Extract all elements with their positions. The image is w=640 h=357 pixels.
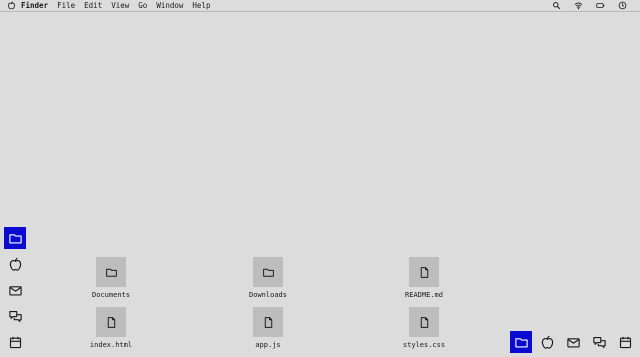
battery-icon[interactable]	[596, 1, 605, 10]
calendar-icon	[9, 336, 21, 348]
side-dock-calendar[interactable]	[4, 331, 26, 353]
chat-icon	[8, 310, 22, 322]
file-label: README.md	[405, 291, 443, 299]
document-icon	[420, 316, 428, 328]
bottom-dock-mail[interactable]	[562, 331, 584, 353]
file-label: styles.css	[402, 341, 446, 349]
desktop-item-app-js[interactable]: app.js	[228, 307, 308, 350]
menu-window[interactable]: Window	[156, 0, 183, 11]
clock-icon[interactable]	[618, 1, 627, 10]
file-label: index.html	[89, 341, 133, 349]
side-dock-finder[interactable]	[4, 227, 26, 249]
menu-go[interactable]: Go	[138, 0, 147, 11]
menu-view[interactable]: View	[111, 0, 129, 11]
search-icon[interactable]	[552, 1, 561, 10]
desktop-item-downloads[interactable]: Downloads	[228, 257, 308, 300]
bottom-dock-finder[interactable]	[510, 331, 532, 353]
folder-tile	[96, 257, 126, 287]
side-dock-apple[interactable]	[4, 253, 26, 275]
apple-icon[interactable]	[7, 1, 16, 10]
desktop-item-styles-css[interactable]: styles.css	[384, 307, 464, 350]
menu-list: Finder File Edit View Go Window Help	[21, 0, 219, 11]
document-icon	[420, 266, 428, 278]
file-label: Downloads	[249, 291, 287, 299]
folder-icon	[514, 337, 528, 347]
apple-icon	[541, 335, 553, 349]
side-dock-chat[interactable]	[4, 305, 26, 327]
folder-icon	[8, 233, 22, 243]
document-icon	[264, 316, 272, 328]
desktop-item-index-html[interactable]: index.html	[71, 307, 151, 350]
folder-icon	[105, 268, 117, 277]
bottom-dock-chat[interactable]	[588, 331, 610, 353]
mail-icon	[566, 337, 580, 347]
document-icon	[107, 316, 115, 328]
file-tile	[409, 307, 439, 337]
folder-tile	[253, 257, 283, 287]
file-label: app.js	[255, 341, 281, 349]
menu-finder[interactable]: Finder	[21, 0, 48, 11]
file-tile	[96, 307, 126, 337]
file-tile	[253, 307, 283, 337]
menu-bar: Finder File Edit View Go Window Help	[0, 0, 640, 12]
menu-edit[interactable]: Edit	[84, 0, 102, 11]
wifi-icon[interactable]	[574, 1, 583, 10]
menu-file[interactable]: File	[57, 0, 75, 11]
file-label: Documents	[92, 291, 130, 299]
calendar-icon	[619, 336, 631, 348]
desktop-item-documents[interactable]: Documents	[71, 257, 151, 300]
menu-help[interactable]: Help	[192, 0, 210, 11]
desktop-item-readme[interactable]: README.md	[384, 257, 464, 300]
folder-icon	[262, 268, 274, 277]
apple-icon	[9, 257, 21, 271]
chat-icon	[592, 336, 606, 348]
mail-icon	[8, 285, 22, 295]
file-tile	[409, 257, 439, 287]
side-dock-mail[interactable]	[4, 279, 26, 301]
bottom-dock-calendar[interactable]	[614, 331, 636, 353]
bottom-dock-apple[interactable]	[536, 331, 558, 353]
